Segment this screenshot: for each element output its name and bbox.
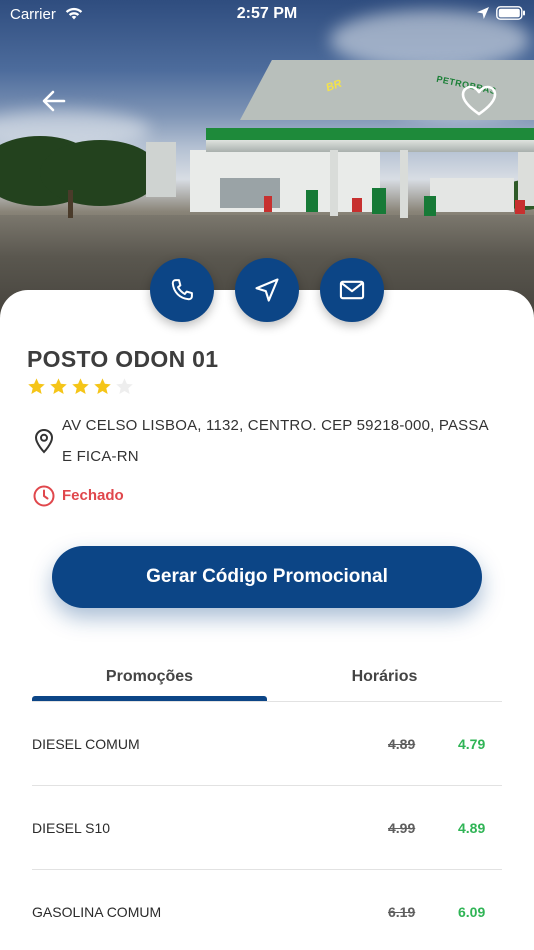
tab-bar: Promoções Horários <box>32 660 502 702</box>
back-arrow-icon[interactable] <box>38 86 70 116</box>
email-button[interactable] <box>320 258 384 322</box>
opening-status: Fechado <box>62 487 124 504</box>
price-row: DIESEL COMUM 4.89 4.79 <box>32 702 502 786</box>
old-price: 4.99 <box>388 820 416 836</box>
mail-icon <box>339 280 365 300</box>
fuel-name: DIESEL S10 <box>32 820 111 836</box>
battery-icon <box>496 6 525 20</box>
old-price: 4.89 <box>388 736 416 752</box>
fuel-name: DIESEL COMUM <box>32 736 140 752</box>
promo-price: 6.09 <box>458 904 486 920</box>
star-filled-icon <box>72 378 89 395</box>
map-pin-icon <box>34 428 54 454</box>
star-filled-icon <box>94 378 111 395</box>
star-filled-icon <box>28 378 45 395</box>
price-row: GASOLINA COMUM 6.19 6.09 <box>32 870 502 950</box>
promo-price: 4.79 <box>458 736 486 752</box>
clock-icon <box>33 485 55 507</box>
call-button[interactable] <box>150 258 214 322</box>
fuel-name: GASOLINA COMUM <box>32 904 162 920</box>
active-tab-indicator <box>32 696 267 701</box>
location-services-icon <box>477 7 489 19</box>
rating-stars <box>27 377 134 396</box>
navigation-arrow-icon <box>255 278 279 302</box>
station-name: POSTO ODON 01 <box>27 346 219 372</box>
tab-hours[interactable]: Horários <box>267 668 502 686</box>
price-row: DIESEL S10 4.99 4.89 <box>32 786 502 870</box>
status-bar: Carrier 2:57 PM <box>0 0 534 28</box>
clock-time: 2:57 PM <box>236 5 298 22</box>
promo-price: 4.89 <box>458 820 486 836</box>
tab-promotions[interactable]: Promoções <box>32 668 267 686</box>
star-empty-icon <box>116 378 133 395</box>
directions-button[interactable] <box>235 258 299 322</box>
star-filled-icon <box>50 378 67 395</box>
favorite-heart-icon[interactable] <box>460 84 498 118</box>
station-address: AV CELSO LISBOA, 1132, CENTRO. CEP 59218… <box>62 417 488 465</box>
phone-icon <box>171 279 193 301</box>
generate-promo-code-button[interactable]: Gerar Código Promocional <box>52 546 482 608</box>
old-price: 6.19 <box>388 904 416 920</box>
